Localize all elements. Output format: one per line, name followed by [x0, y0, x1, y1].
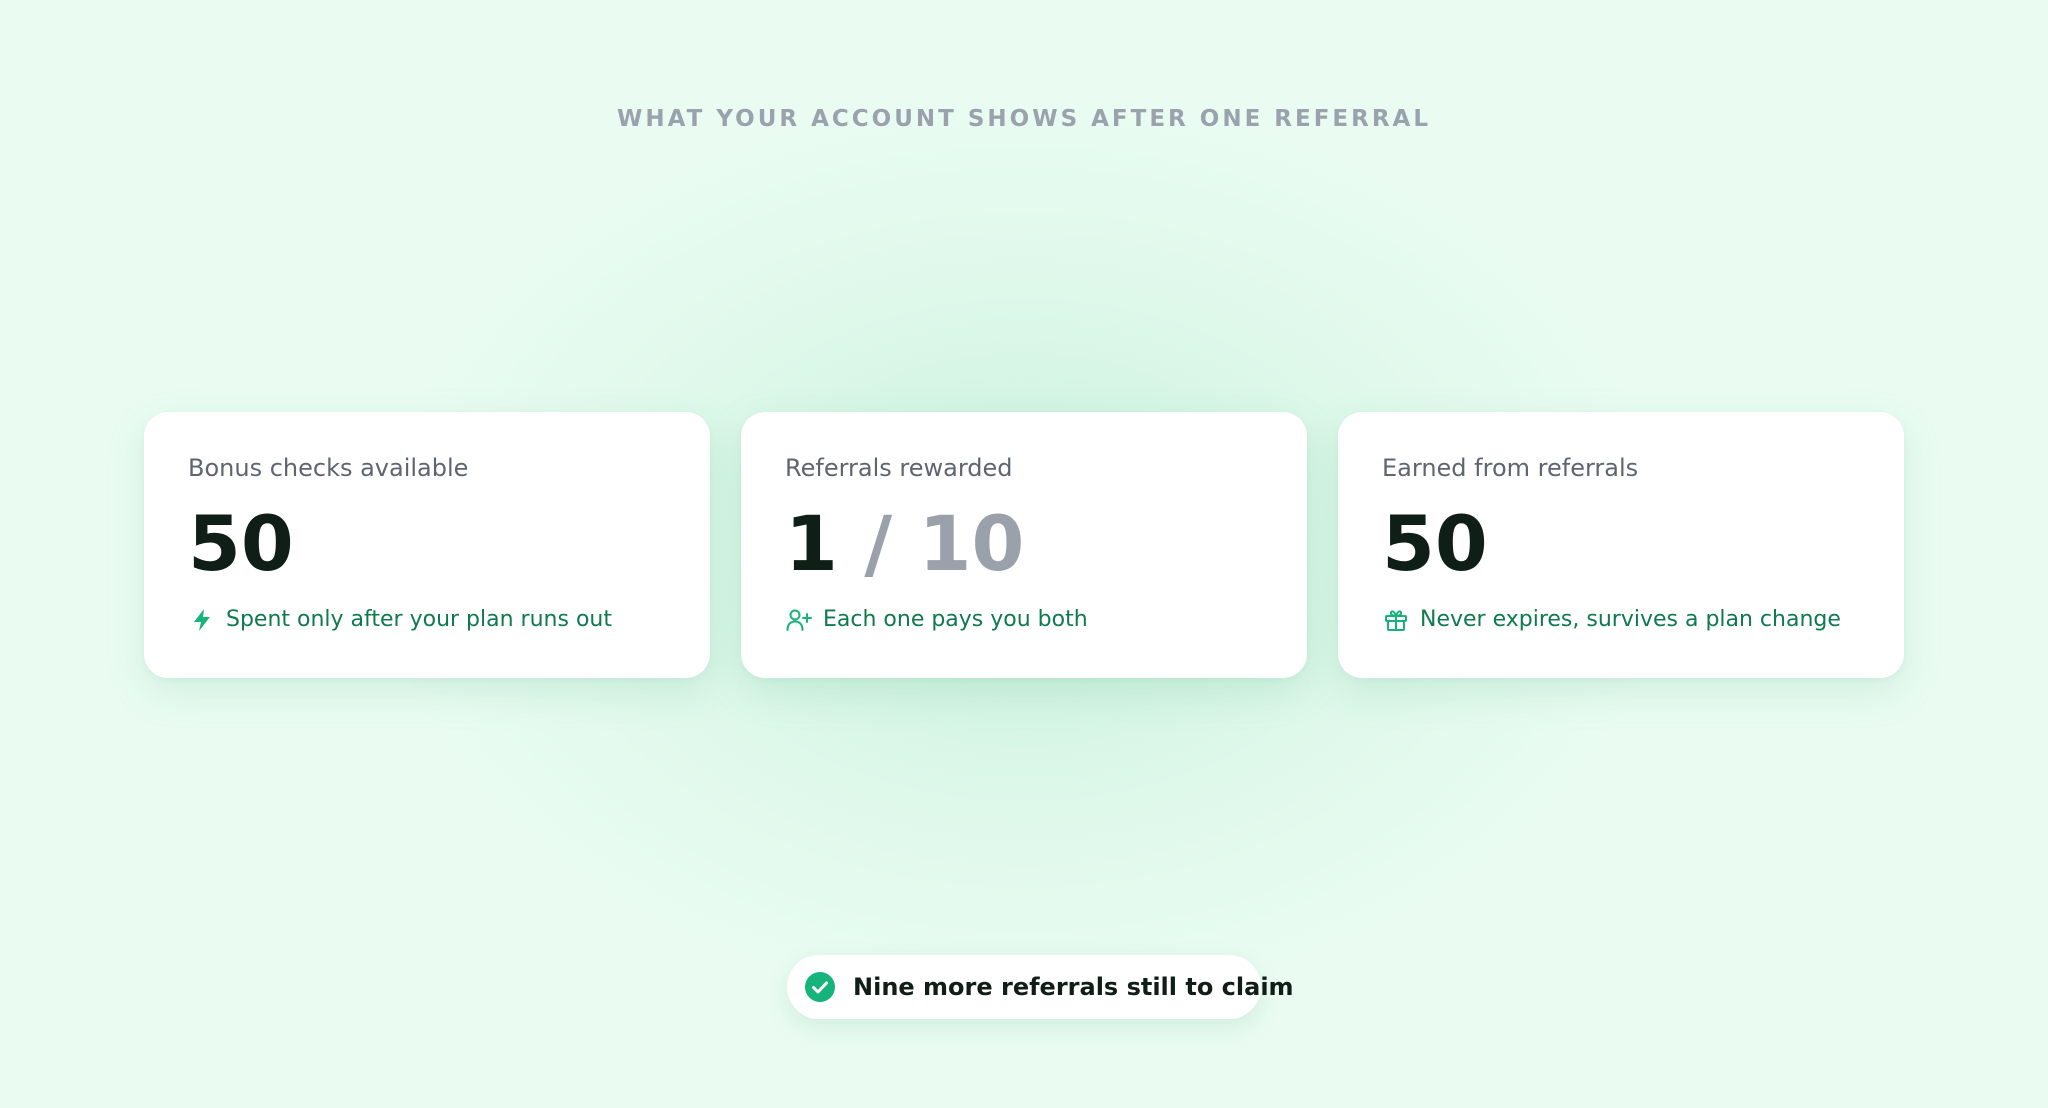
status-text: Nine more referrals still to claim — [853, 973, 1294, 1001]
lightning-icon — [188, 606, 216, 634]
card-label: Referrals rewarded — [785, 454, 1013, 482]
card-note: Never expires, survives a plan change — [1382, 606, 1860, 634]
check-circle-icon — [805, 972, 835, 1002]
referrals-limit: / 10 — [837, 499, 1025, 588]
referrals-count: 1 — [785, 499, 838, 588]
card-value: 1 / 10 — [785, 506, 1263, 582]
card-label: Earned from referrals — [1382, 454, 1639, 482]
card-note: Spent only after your plan runs out — [188, 606, 666, 634]
section-heading: WHAT YOUR ACCOUNT SHOWS AFTER ONE REFERR… — [616, 106, 1432, 132]
card-note-text: Each one pays you both — [823, 607, 1088, 632]
user-plus-icon — [785, 606, 813, 634]
card-note-text: Spent only after your plan runs out — [226, 607, 612, 632]
card-note: Each one pays you both — [785, 606, 1263, 634]
status-pill: Nine more referrals still to claim — [787, 955, 1294, 1019]
gift-icon — [1382, 606, 1410, 634]
card-label: Bonus checks available — [188, 454, 469, 482]
referrals-rewarded-card: Referrals rewarded 1 / 10 Each one pays … — [741, 412, 1307, 678]
earned-from-referrals-card: Earned from referrals 50 Never expires, … — [1338, 412, 1904, 678]
card-note-text: Never expires, survives a plan change — [1420, 607, 1841, 632]
bonus-checks-card: Bonus checks available 50 Spent only aft… — [144, 412, 710, 678]
card-value: 50 — [188, 499, 294, 588]
card-value: 50 — [1382, 499, 1488, 588]
